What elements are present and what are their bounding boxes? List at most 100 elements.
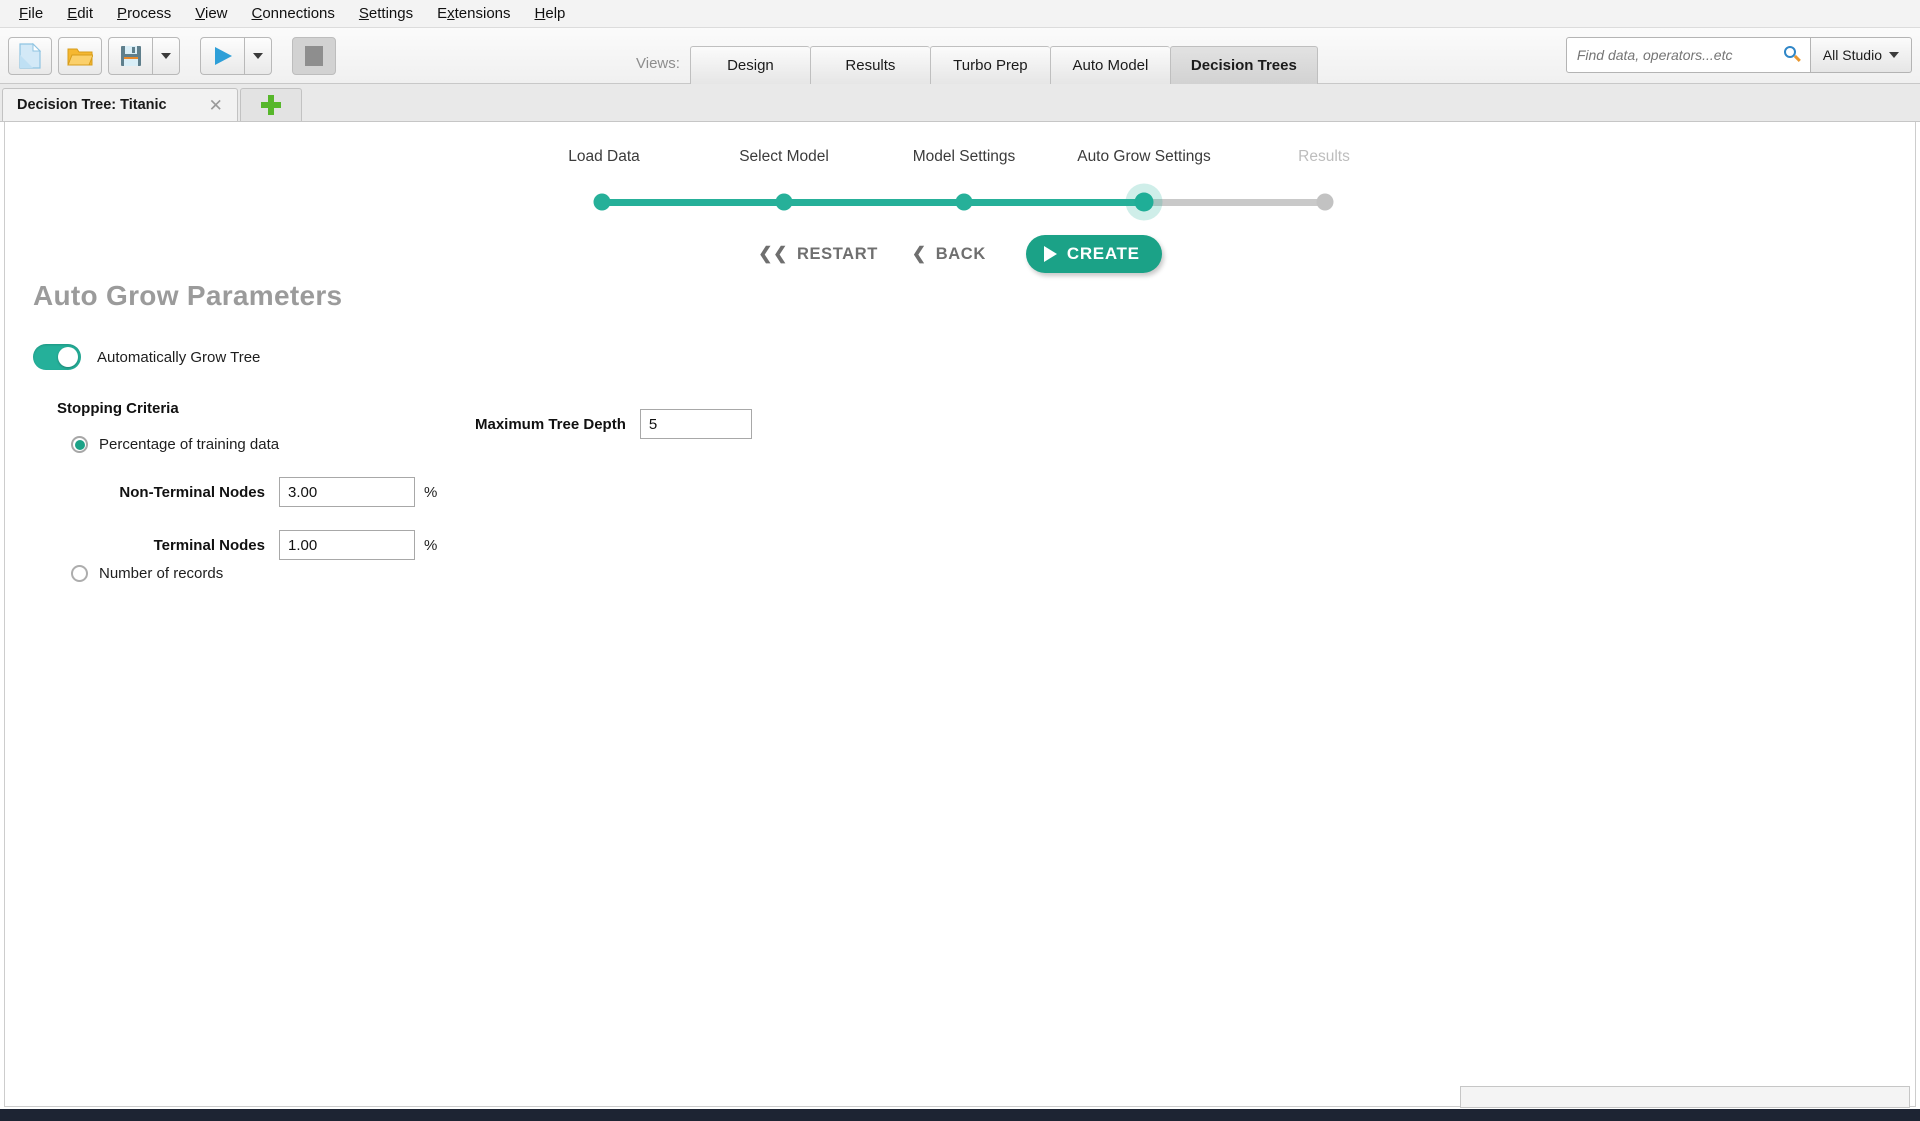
wizard-node-auto-grow-settings[interactable]: [1135, 193, 1154, 212]
wizard-step-label-results: Results: [1298, 148, 1350, 166]
view-tab-design[interactable]: Design: [690, 46, 810, 84]
maximum-tree-depth-field-row: Maximum Tree Depth 5: [475, 409, 752, 439]
new-document-icon: [19, 43, 41, 69]
menu-item-connections[interactable]: Connections: [241, 2, 346, 25]
toggle-knob: [58, 347, 78, 367]
run-dropdown-button[interactable]: [244, 37, 272, 75]
add-tab-button[interactable]: [240, 88, 302, 121]
save-floppy-icon: [120, 45, 142, 67]
wizard-step-labels: Load Data Select Model Model Settings Au…: [5, 148, 1915, 174]
create-button-label: CREATE: [1067, 244, 1140, 264]
global-search-section: All Studio: [1566, 37, 1912, 73]
menu-item-view[interactable]: View: [184, 2, 238, 25]
wizard-node-results: [1317, 194, 1334, 211]
menu-item-edit[interactable]: Edit: [56, 2, 104, 25]
menu-bar: File Edit Process View Connections Setti…: [0, 0, 1920, 28]
wizard-step-label-select-model[interactable]: Select Model: [739, 148, 829, 166]
new-process-button[interactable]: [8, 37, 52, 75]
auto-grow-toggle-label: Automatically Grow Tree: [97, 349, 260, 366]
wizard-step-label-model-settings[interactable]: Model Settings: [913, 148, 1016, 166]
wizard-track-remaining: [1144, 199, 1327, 206]
terminal-nodes-input[interactable]: 1.00: [279, 530, 415, 560]
document-tab-decision-tree-titanic[interactable]: Decision Tree: Titanic ✕: [2, 88, 238, 121]
auto-grow-toggle[interactable]: [33, 344, 81, 370]
maximum-tree-depth-label: Maximum Tree Depth: [475, 416, 626, 433]
close-x-icon[interactable]: ✕: [209, 97, 223, 114]
wizard-stepper: Load Data Select Model Model Settings Au…: [5, 148, 1915, 228]
auto-grow-toggle-row: Automatically Grow Tree: [33, 344, 260, 370]
views-label: Views:: [636, 55, 680, 84]
status-bar: [0, 1085, 1920, 1109]
radio-button-indicator: [71, 436, 88, 453]
document-tab-strip: Decision Tree: Titanic ✕: [0, 84, 1920, 122]
search-box[interactable]: [1566, 37, 1811, 73]
view-tab-turbo-prep[interactable]: Turbo Prep: [930, 46, 1050, 84]
run-process-button[interactable]: [200, 37, 244, 75]
search-magnifier-icon[interactable]: [1784, 46, 1802, 64]
menu-item-settings[interactable]: Settings: [348, 2, 424, 25]
wizard-node-load-data[interactable]: [594, 194, 611, 211]
play-triangle-icon: [1044, 246, 1057, 262]
view-tab-list: Design Results Turbo Prep Auto Model Dec…: [690, 46, 1318, 84]
create-button[interactable]: CREATE: [1026, 235, 1162, 273]
search-scope-dropdown[interactable]: All Studio: [1811, 37, 1912, 73]
wizard-nav-buttons: ❮❮ RESTART ❮ BACK CREATE: [5, 235, 1915, 273]
wizard-step-label-load-data[interactable]: Load Data: [568, 148, 640, 166]
search-input[interactable]: [1575, 46, 1784, 64]
stop-square-icon: [305, 46, 323, 66]
double-chevron-left-icon: ❮❮: [758, 244, 788, 264]
maximum-tree-depth-input[interactable]: 5: [640, 409, 752, 439]
chevron-left-icon: ❮: [912, 244, 927, 264]
back-button-label: BACK: [936, 245, 986, 264]
radio-label: Number of records: [99, 565, 223, 582]
save-process-button[interactable]: [108, 37, 152, 75]
terminal-nodes-unit: %: [424, 537, 437, 554]
views-section: Views: Design Results Turbo Prep Auto Mo…: [636, 28, 1318, 84]
view-tab-results[interactable]: Results: [810, 46, 930, 84]
wizard-track: [5, 190, 1915, 214]
main-toolbar: Views: Design Results Turbo Prep Auto Mo…: [0, 28, 1920, 84]
non-terminal-nodes-field-row: Non-Terminal Nodes 3.00 %: [75, 477, 437, 507]
view-tab-auto-model[interactable]: Auto Model: [1050, 46, 1170, 84]
open-folder-icon: [67, 45, 93, 67]
restart-button[interactable]: ❮❮ RESTART: [758, 244, 878, 264]
menu-item-extensions[interactable]: Extensions: [426, 2, 521, 25]
radio-percentage-of-training-data[interactable]: Percentage of training data: [71, 436, 279, 453]
stop-process-button[interactable]: [292, 37, 336, 75]
page-title: Auto Grow Parameters: [33, 280, 342, 312]
run-button-group: [200, 37, 278, 75]
stop-button-group: [292, 37, 336, 75]
radio-label: Percentage of training data: [99, 436, 279, 453]
restart-button-label: RESTART: [797, 245, 878, 264]
non-terminal-nodes-unit: %: [424, 484, 437, 501]
run-play-icon: [211, 44, 235, 68]
plus-icon: [261, 95, 281, 115]
chevron-down-icon: [1889, 52, 1899, 58]
document-tab-label: Decision Tree: Titanic: [17, 97, 167, 113]
search-scope-label: All Studio: [1823, 47, 1882, 63]
file-button-group: [8, 37, 186, 75]
menu-item-file[interactable]: File: [8, 2, 54, 25]
chevron-down-icon: [253, 53, 263, 59]
view-tab-decision-trees[interactable]: Decision Trees: [1170, 46, 1318, 84]
radio-button-indicator: [71, 565, 88, 582]
wizard-node-select-model[interactable]: [776, 194, 793, 211]
save-dropdown-button[interactable]: [152, 37, 180, 75]
stopping-criteria-title: Stopping Criteria: [57, 400, 179, 417]
status-progress-field: [1460, 1086, 1910, 1108]
decision-tree-wizard-panel: Load Data Select Model Model Settings Au…: [4, 122, 1916, 1107]
terminal-nodes-field-row: Terminal Nodes 1.00 %: [75, 530, 437, 560]
wizard-track-completed: [601, 199, 1144, 206]
chevron-down-icon: [161, 53, 171, 59]
non-terminal-nodes-label: Non-Terminal Nodes: [75, 484, 265, 501]
wizard-node-model-settings[interactable]: [956, 194, 973, 211]
radio-number-of-records[interactable]: Number of records: [71, 565, 223, 582]
os-taskbar: [0, 1109, 1920, 1121]
menu-item-help[interactable]: Help: [524, 2, 577, 25]
non-terminal-nodes-input[interactable]: 3.00: [279, 477, 415, 507]
back-button[interactable]: ❮ BACK: [912, 244, 986, 264]
terminal-nodes-label: Terminal Nodes: [75, 537, 265, 554]
menu-item-process[interactable]: Process: [106, 2, 182, 25]
wizard-step-label-auto-grow-settings[interactable]: Auto Grow Settings: [1077, 148, 1211, 166]
open-process-button[interactable]: [58, 37, 102, 75]
